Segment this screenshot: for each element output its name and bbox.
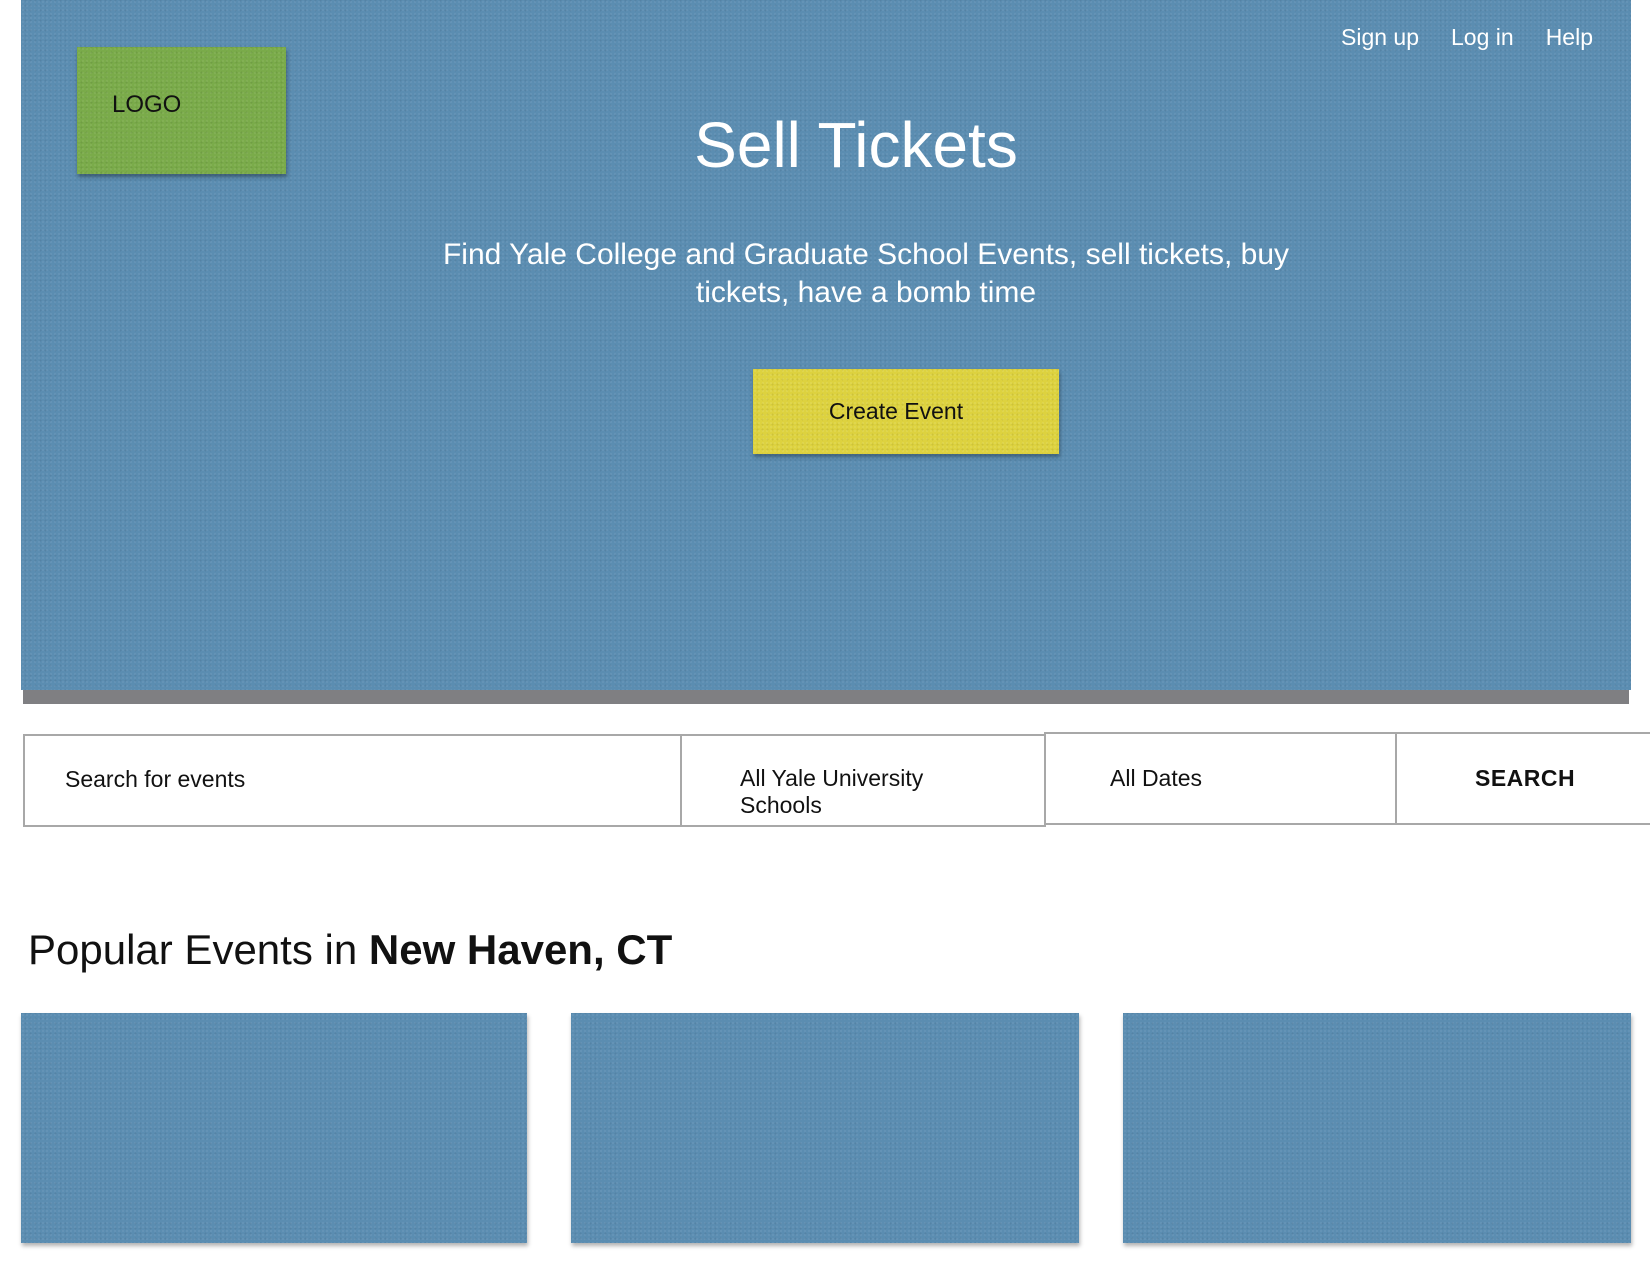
school-filter-value: All Yale University Schools	[740, 765, 924, 818]
date-filter-value: All Dates	[1110, 765, 1203, 791]
search-input[interactable]: Search for events	[23, 734, 682, 827]
date-filter-select[interactable]: All Dates	[1044, 732, 1398, 825]
signup-link[interactable]: Sign up	[1341, 24, 1419, 51]
search-button-label: SEARCH	[1475, 765, 1576, 791]
popular-heading-location: New Haven, CT	[368, 926, 673, 973]
top-nav: Sign up Log in Help	[1341, 24, 1593, 51]
hero-banner: LOGO Sign up Log in Help Sell Tickets Fi…	[21, 0, 1631, 690]
event-card[interactable]	[21, 1013, 527, 1243]
search-placeholder: Search for events	[65, 766, 246, 792]
event-card[interactable]	[1123, 1013, 1631, 1243]
login-link[interactable]: Log in	[1451, 24, 1514, 51]
create-event-button[interactable]: Create Event	[753, 369, 1059, 454]
help-link[interactable]: Help	[1546, 24, 1593, 51]
hero-divider	[23, 690, 1629, 704]
school-filter-select[interactable]: All Yale University Schools	[680, 734, 1046, 827]
hero-title: Sell Tickets	[694, 109, 1018, 181]
event-card[interactable]	[571, 1013, 1079, 1243]
popular-heading-prefix: Popular Events in	[28, 926, 369, 973]
hero-subtitle: Find Yale College and Graduate School Ev…	[442, 238, 1290, 309]
page: LOGO Sign up Log in Help Sell Tickets Fi…	[0, 0, 1650, 1275]
search-button[interactable]: SEARCH	[1395, 732, 1650, 825]
popular-events-heading: Popular Events in New Haven, CT	[28, 926, 672, 974]
